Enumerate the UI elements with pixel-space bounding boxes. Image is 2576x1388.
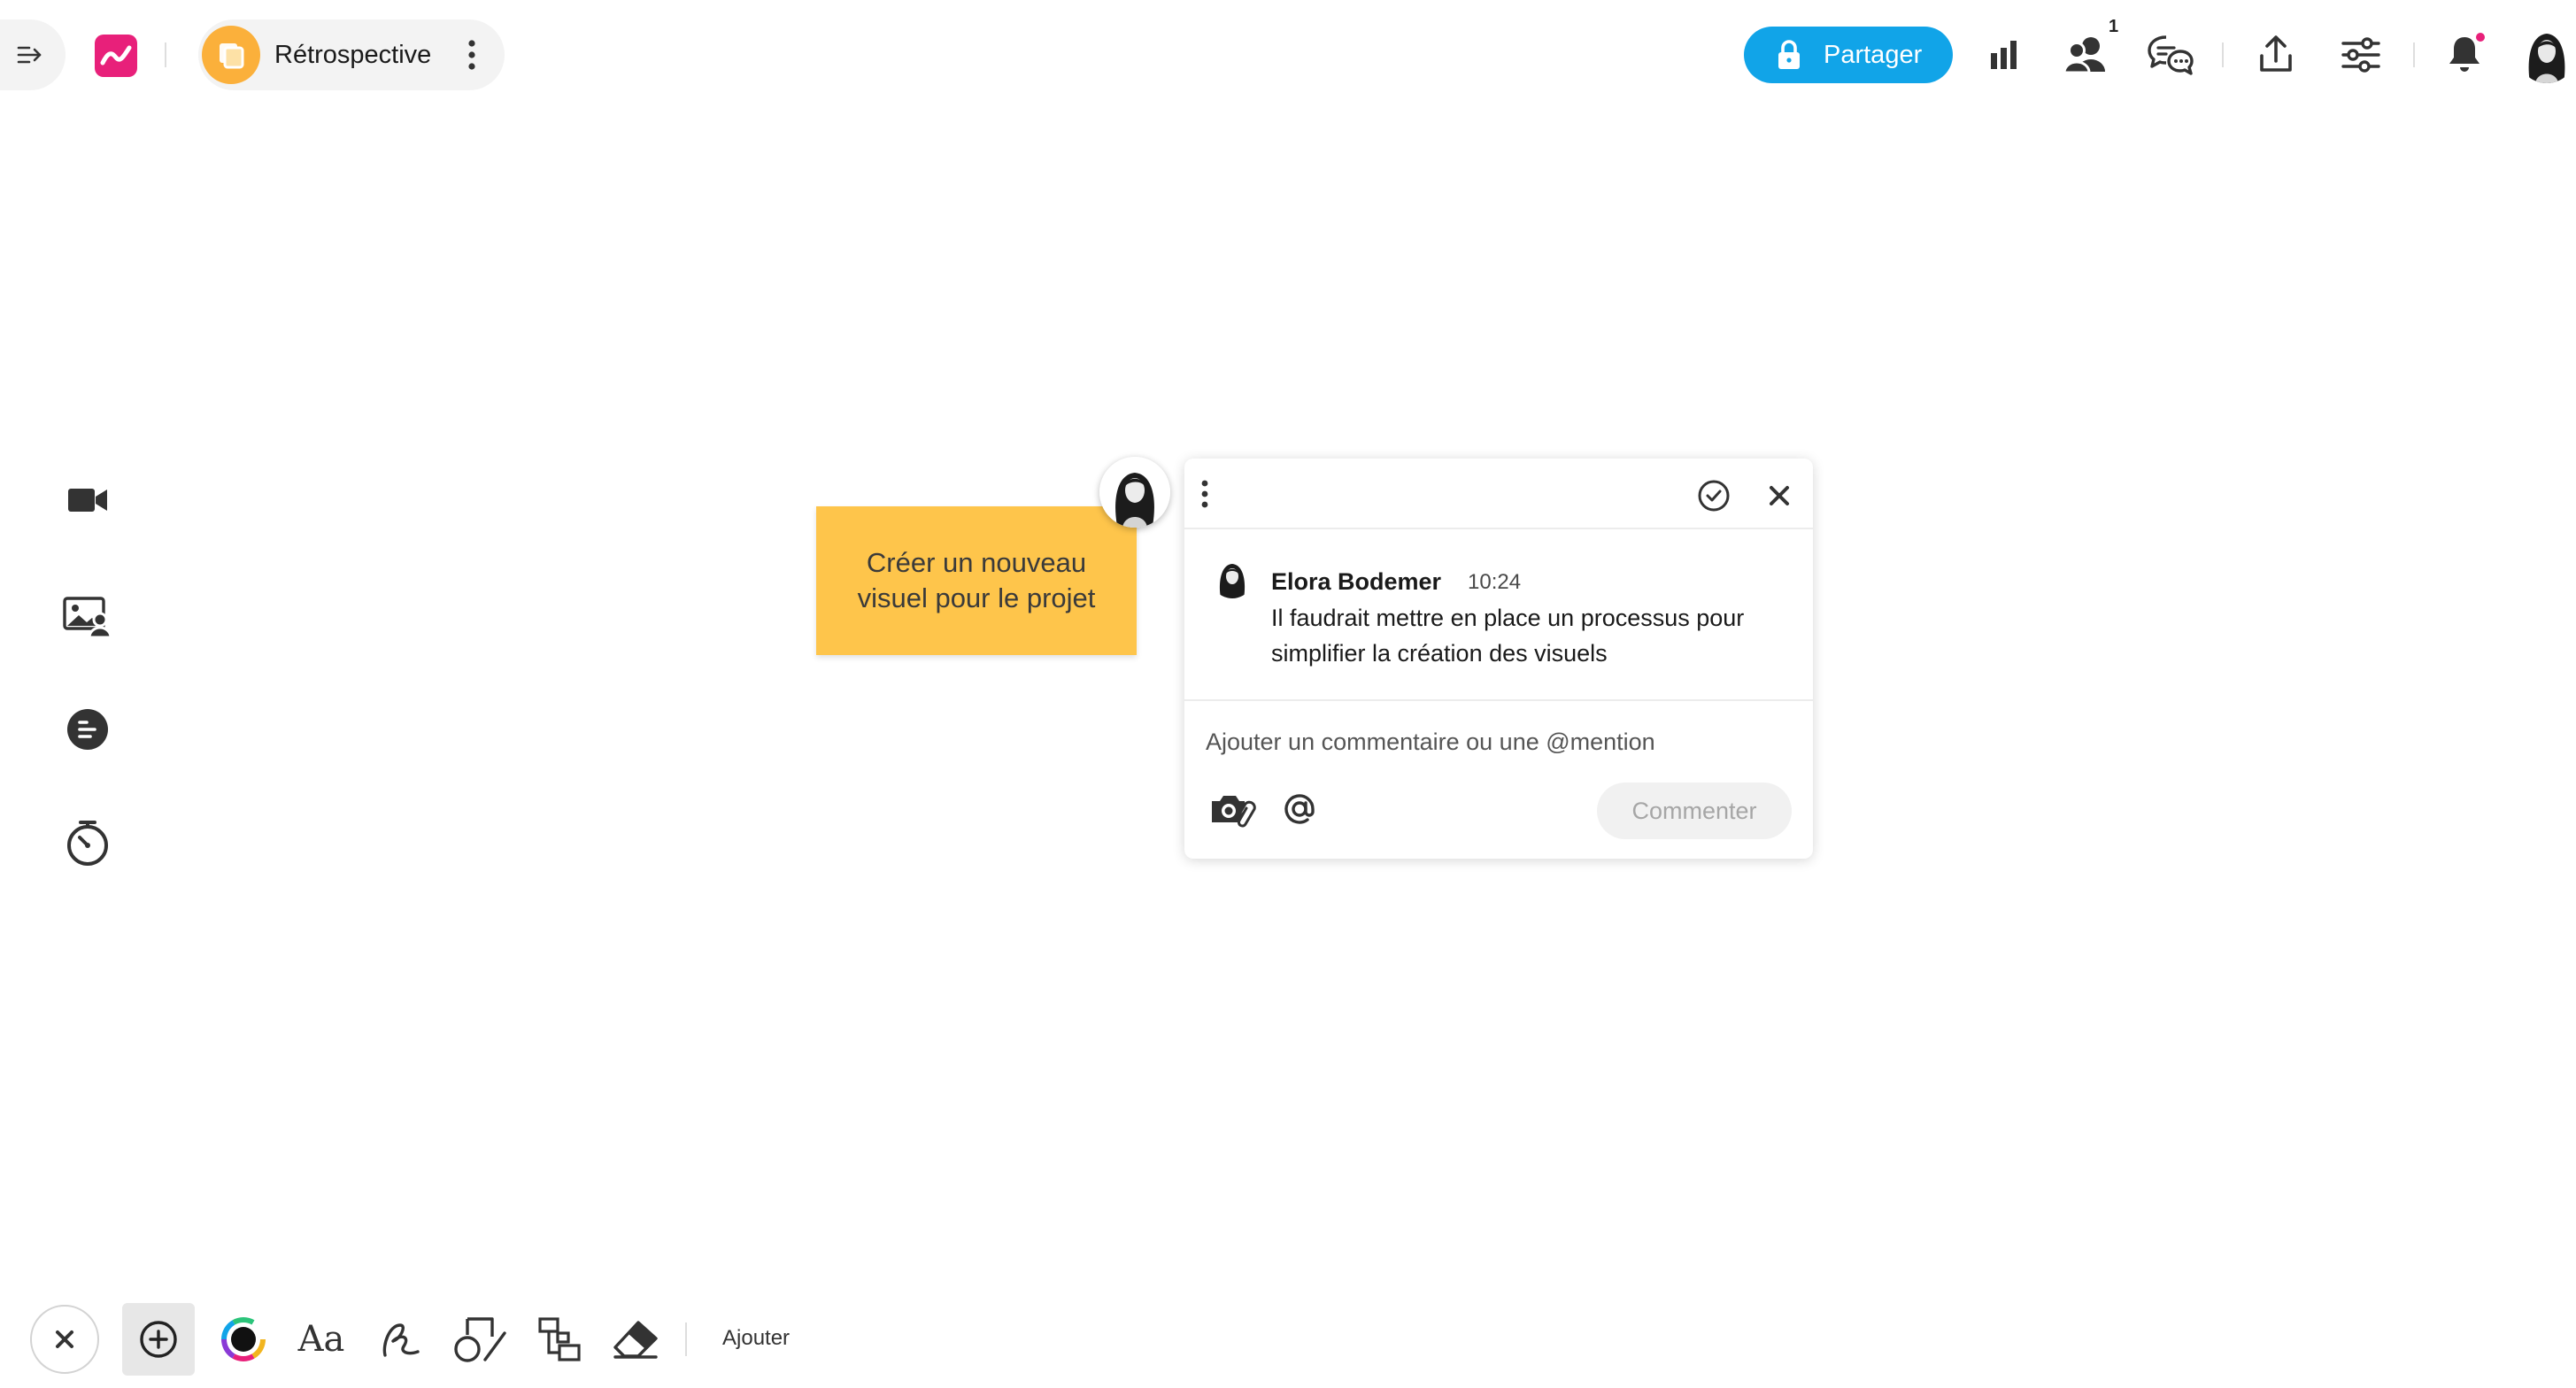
close-panel-button[interactable] <box>1760 476 1799 515</box>
at-sign-icon <box>1284 794 1315 824</box>
pen-tool-button[interactable] <box>377 1317 425 1363</box>
color-picker-button[interactable] <box>220 1315 267 1363</box>
header-divider-3 <box>2413 42 2415 67</box>
header-divider <box>165 42 166 67</box>
avatar-portrait-icon <box>2518 25 2576 83</box>
camera-attach-icon <box>1212 796 1256 828</box>
folder-board-icon <box>202 26 260 84</box>
notifications-button[interactable] <box>2443 30 2489 78</box>
klaxoon-logo-icon <box>95 35 137 77</box>
mention-button[interactable] <box>1280 790 1319 829</box>
video-button[interactable] <box>62 478 113 522</box>
chat-button[interactable] <box>2146 32 2195 78</box>
add-label[interactable]: Ajouter <box>722 1324 790 1353</box>
export-button[interactable] <box>2254 32 2298 76</box>
board-title[interactable]: Rétrospective <box>274 39 431 71</box>
text-tool-label: Aa <box>297 1319 345 1360</box>
participants-button[interactable] <box>2061 32 2110 76</box>
sidebar-toggle-button[interactable] <box>12 39 48 71</box>
sticky-note-text: Créer un nouveau visuel pour le projet <box>857 547 1096 613</box>
upload-icon <box>2260 35 2292 72</box>
participants-icon <box>2063 37 2105 73</box>
avatar-portrait-icon <box>1211 556 1253 598</box>
panel-divider <box>1184 528 1813 529</box>
submit-comment-button[interactable]: Commenter <box>1597 783 1792 839</box>
expand-arrow-icon <box>17 46 42 64</box>
pen-scribble-icon <box>382 1323 420 1357</box>
stats-button[interactable] <box>1983 34 2025 76</box>
close-icon <box>56 1330 73 1348</box>
text-tool-button[interactable]: Aa <box>294 1317 349 1361</box>
comment-author: Elora Bodemer <box>1271 568 1442 595</box>
add-tool-button[interactable] <box>122 1303 195 1376</box>
more-vertical-icon <box>468 40 475 70</box>
notes-button[interactable] <box>62 705 113 754</box>
close-toolbar-button[interactable] <box>30 1305 99 1374</box>
board-icon <box>202 26 260 84</box>
user-avatar[interactable] <box>2518 25 2576 83</box>
eraser-icon <box>613 1321 658 1359</box>
flowchart-icon <box>538 1317 581 1361</box>
chat-bubbles-icon <box>2148 35 2194 75</box>
comment-input[interactable] <box>1206 722 1781 761</box>
color-wheel-icon <box>221 1317 266 1361</box>
avatar-portrait-icon <box>1099 457 1170 528</box>
shapes-icon <box>454 1317 506 1362</box>
comment-text: Il faudrait mettre en place un processus… <box>1271 605 1745 667</box>
image-people-icon <box>63 597 112 637</box>
timer-button[interactable] <box>62 816 113 869</box>
comment-time: 10:24 <box>1468 570 1522 594</box>
participants-count-badge: 1 <box>2109 17 2119 36</box>
bar-chart-icon <box>1991 41 2017 69</box>
video-icon <box>68 489 107 512</box>
close-icon <box>1770 486 1789 505</box>
board-menu-button[interactable] <box>459 37 485 73</box>
more-vertical-icon <box>1201 480 1208 508</box>
lock-icon <box>1778 40 1800 69</box>
comment-panel: Elora Bodemer 10:24 Il faudrait mettre e… <box>1184 459 1813 859</box>
bell-icon <box>2449 33 2485 72</box>
plus-circle-icon <box>140 1321 177 1358</box>
share-label: Partager <box>1824 41 1923 69</box>
toolbar-divider <box>685 1322 687 1356</box>
attach-photo-button[interactable] <box>1207 788 1261 832</box>
timer-icon <box>67 821 108 866</box>
settings-button[interactable] <box>2339 34 2383 76</box>
check-circle-icon <box>1698 480 1730 512</box>
comment-avatar <box>1211 556 1253 598</box>
notes-icon <box>67 709 108 750</box>
shapes-tool-button[interactable] <box>451 1314 510 1365</box>
media-button[interactable] <box>60 591 115 641</box>
connector-tool-button[interactable] <box>535 1314 584 1365</box>
sticky-note[interactable]: Créer un nouveau visuel pour le projet <box>816 506 1137 655</box>
comment-menu-button[interactable] <box>1192 476 1218 512</box>
app-logo[interactable] <box>94 34 138 78</box>
comment-author-avatar[interactable] <box>1099 457 1170 528</box>
panel-divider-2 <box>1184 699 1813 701</box>
share-button[interactable]: Partager <box>1744 27 1953 83</box>
eraser-tool-button[interactable] <box>609 1314 662 1365</box>
resolve-button[interactable] <box>1694 476 1733 515</box>
header-divider-2 <box>2222 42 2224 67</box>
sliders-icon <box>2341 37 2380 73</box>
